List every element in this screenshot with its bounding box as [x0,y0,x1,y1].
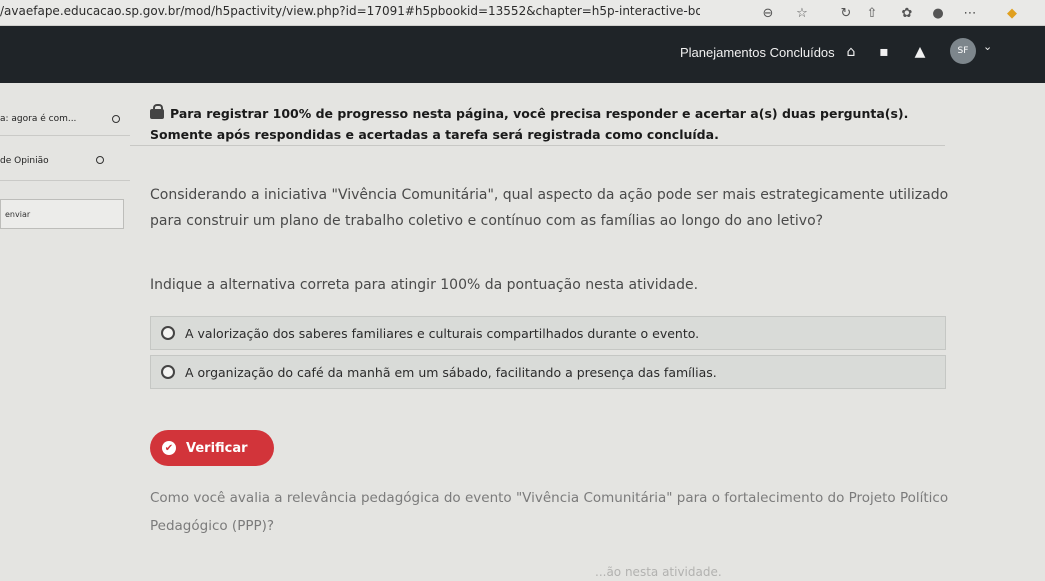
option-label: A valorização dos saberes familiares e c… [185,325,700,341]
answer-option-1[interactable]: A valorização dos saberes familiares e c… [150,316,946,350]
star-icon[interactable]: ☆ [792,3,812,23]
address-bar[interactable]: /avaefape.educacao.sp.gov.br/mod/h5pacti… [0,4,700,18]
sidebar-item-opiniao[interactable]: de Opinião [0,156,49,166]
send-field[interactable]: enviar [0,199,124,229]
share-icon[interactable]: ⇧ [862,3,882,23]
home-icon[interactable]: ⌂ [840,41,862,63]
notice-line-2: Somente após respondidas e acertadas a t… [150,127,719,142]
check-button[interactable]: ✔ Verificar [150,430,274,466]
notice-line-1: Para registrar 100% de progresso nesta p… [170,106,909,121]
progress-notice: Para registrar 100% de progresso nesta p… [150,104,940,142]
header-title: Planejamentos Concluídos [680,45,835,60]
leaf-icon[interactable]: ✿ [897,3,917,23]
more-icon[interactable]: ⋯ [960,3,980,23]
browser-url-bar: /avaefape.educacao.sp.gov.br/mod/h5pacti… [0,0,1045,26]
notification-bell-icon[interactable]: ▲ [909,41,931,63]
question-instruction: Indique a alternativa correta para ating… [150,277,699,293]
check-button-label: Verificar [186,440,248,456]
sidebar-divider [0,180,130,181]
radio-button[interactable] [161,326,175,340]
refresh-icon[interactable]: ↻ [836,3,856,23]
option-label: A organização do café da manhã em um sáb… [185,364,717,380]
answer-option-2[interactable]: A organização do café da manhã em um sáb… [150,355,946,389]
chevron-down-icon[interactable]: ⌄ [983,40,992,53]
divider [130,145,945,146]
sidebar: a: agora é com... de Opinião enviar [0,100,130,581]
incomplete-circle-icon [112,115,120,123]
minus-circle-icon[interactable]: ⊖ [758,3,778,23]
incomplete-circle-icon [96,156,104,164]
lock-icon [150,104,164,119]
app-header: Planejamentos Concluídos ⌂ ▪ ▲ SF ⌄ [0,26,1045,83]
extension-icon[interactable]: ◆ [1002,3,1022,23]
question-text: Considerando a iniciativa "Vivência Comu… [150,187,949,229]
faded-text: ...ão nesta atividade. [595,565,722,579]
calendar-icon[interactable]: ▪ [873,41,895,63]
radio-button[interactable] [161,365,175,379]
sidebar-divider [0,135,130,136]
profile-icon[interactable]: ● [928,3,948,23]
avatar[interactable]: SF [950,38,976,64]
check-circle-icon: ✔ [162,441,176,455]
next-question-text: Como você avalia a relevância pedagógica… [150,490,949,534]
sidebar-item-agora[interactable]: a: agora é com... [0,114,76,124]
